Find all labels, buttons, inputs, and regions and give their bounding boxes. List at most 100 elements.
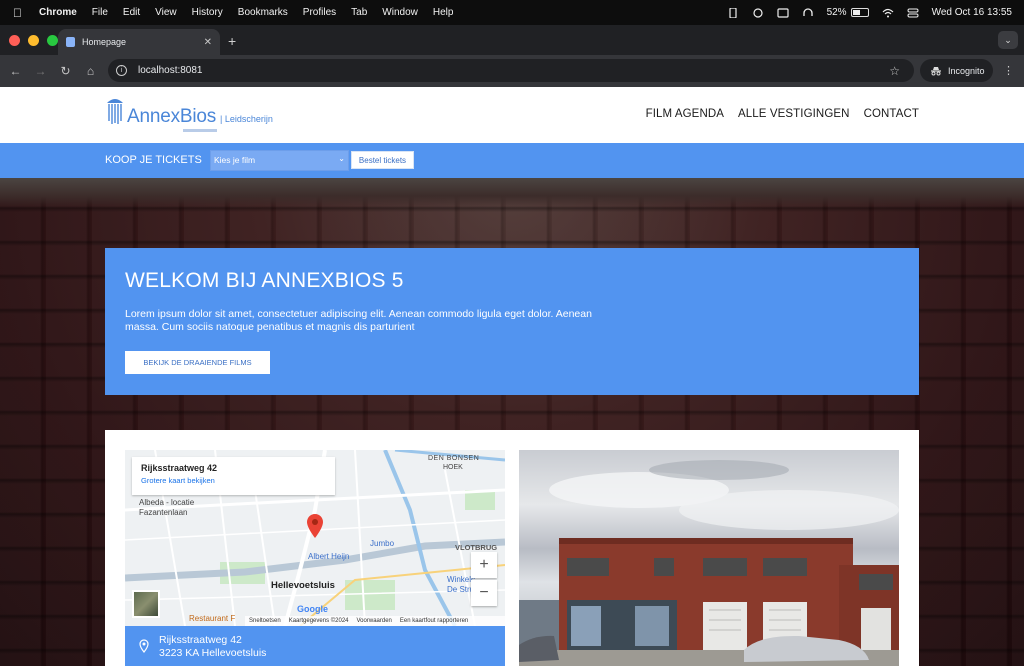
menubar-item-bookmarks[interactable]: Bookmarks: [238, 7, 288, 18]
address-city: 3223 KA Hellevoetsluis: [159, 647, 267, 659]
maximize-window-button[interactable]: [47, 35, 58, 46]
logo-text: AnnexBios: [127, 106, 217, 127]
browser-menu-icon[interactable]: ⋮: [1003, 64, 1014, 77]
macos-menubar:  Chrome File Edit View History Bookmark…: [0, 0, 1024, 25]
address-street: Rijksstraatweg 42: [159, 634, 242, 646]
new-tab-button[interactable]: +: [228, 33, 236, 49]
close-window-button[interactable]: [9, 35, 20, 46]
address-bar[interactable]: i localhost:8081 ☆: [108, 59, 914, 82]
control-center-icon[interactable]: [907, 8, 919, 18]
satellite-view-toggle[interactable]: [132, 590, 160, 618]
location-card: Rijksstraatweg 42 Grotere kaart bekijken…: [105, 430, 919, 666]
google-map[interactable]: Rijksstraatweg 42 Grotere kaart bekijken…: [125, 450, 505, 626]
wifi-icon[interactable]: [882, 8, 894, 18]
location-pin-icon: [139, 639, 149, 653]
logo-location: | Leidscherijn: [220, 114, 273, 124]
menubar-item-file[interactable]: File: [92, 7, 108, 18]
nav-alle-vestigingen[interactable]: ALLE VESTIGINGEN: [738, 108, 850, 120]
welcome-text: Lorem ipsum dolor sit amet, consectetuer…: [125, 308, 592, 333]
film-select[interactable]: Kies je film ⌄: [210, 150, 349, 171]
tab-close-icon[interactable]: ✕: [204, 37, 212, 48]
dropbox-icon[interactable]: [752, 7, 764, 18]
browser-tab-strip: Homepage ✕ + ⌄: [0, 25, 1024, 55]
window-controls: [9, 35, 58, 46]
reload-icon[interactable]: ↻: [53, 64, 78, 78]
map-label-den-bonsen: DEN BONSEN: [428, 455, 480, 462]
address-bar-url: localhost:8081: [138, 65, 203, 76]
map-footer-mapdata: Kaartgegevens ©2024: [288, 618, 349, 624]
bookmark-star-icon[interactable]: ☆: [889, 64, 900, 78]
control-icon[interactable]: [727, 7, 739, 18]
browser-tab-homepage[interactable]: Homepage ✕: [58, 29, 220, 55]
incognito-icon: [931, 66, 941, 75]
menubar-status-area: 52% Wed Oct 16 13:55: [727, 7, 1024, 18]
tab-search-button[interactable]: ⌄: [998, 31, 1018, 49]
site-info-icon[interactable]: i: [116, 65, 127, 76]
site-header: AnnexBios | Leidscherijn FILM AGENDA ALL…: [0, 87, 1024, 143]
view-films-button[interactable]: BEKIJK DE DRAAIENDE FILMS: [125, 351, 270, 374]
incognito-indicator[interactable]: Incognito: [920, 59, 993, 82]
back-icon[interactable]: ←: [3, 64, 28, 78]
chevron-down-icon: ⌄: [338, 154, 345, 163]
map-label-fazantenlaan: Fazantenlaan: [139, 508, 188, 517]
website-viewport: AnnexBios | Leidscherijn FILM AGENDA ALL…: [0, 87, 1024, 666]
forward-icon[interactable]: →: [28, 64, 53, 78]
map-label-jumbo: Jumbo: [370, 539, 395, 548]
address-box: Rijksstraatweg 42 3223 KA Hellevoetsluis: [125, 626, 505, 666]
site-logo[interactable]: AnnexBios | Leidscherijn: [105, 97, 273, 132]
map-footer-terms[interactable]: Voorwaarden: [357, 618, 392, 624]
ticket-bar: KOOP JE TICKETS Kies je film ⌄ Bestel ti…: [0, 143, 1024, 178]
apple-icon[interactable]: : [13, 6, 27, 20]
map-label-restaurant: Restaurant F: [189, 614, 236, 623]
nav-contact[interactable]: CONTACT: [864, 108, 919, 120]
menubar-item-view[interactable]: View: [155, 7, 177, 18]
menubar-item-window[interactable]: Window: [382, 7, 418, 18]
menubar-item-profiles[interactable]: Profiles: [303, 7, 336, 18]
menubar-menu: Chrome File Edit View History Bookmarks …: [39, 7, 453, 18]
map-footer-shortcuts[interactable]: Sneltoetsen: [249, 618, 281, 624]
zoom-in-button[interactable]: +: [471, 552, 497, 578]
map-place-card: Rijksstraatweg 42 Grotere kaart bekijken: [132, 457, 335, 495]
map-label-albeda: Albeda - locatie: [139, 498, 195, 507]
menubar-item-help[interactable]: Help: [433, 7, 454, 18]
incognito-label: Incognito: [948, 65, 985, 76]
logo-tagline-bar: [183, 129, 217, 132]
menubar-item-tab[interactable]: Tab: [351, 7, 367, 18]
map-place-name: Rijksstraatweg 42: [141, 463, 218, 473]
battery-percent: 52%: [826, 7, 847, 18]
menubar-app-name[interactable]: Chrome: [39, 7, 77, 18]
hero-top-shade: [0, 178, 1024, 208]
nav-film-agenda[interactable]: FILM AGENDA: [646, 108, 724, 120]
order-tickets-button[interactable]: Bestel tickets: [351, 151, 414, 169]
google-logo: Google: [297, 604, 328, 614]
welcome-panel: WELKOM BIJ ANNEXBIOS 5 Lorem ipsum dolor…: [105, 248, 919, 395]
menubar-clock[interactable]: Wed Oct 16 13:55: [932, 7, 1012, 18]
display-icon[interactable]: [776, 7, 789, 18]
battery-icon: [850, 8, 869, 17]
larger-map-link[interactable]: Grotere kaart bekijken: [141, 476, 326, 485]
logo-icon: [107, 99, 123, 124]
map-label-hoek: HOEK: [443, 464, 463, 471]
page-favicon-icon: [66, 37, 75, 47]
welcome-title: WELKOM BIJ ANNEXBIOS 5: [125, 269, 404, 292]
map-footer-report[interactable]: Een kaartfout rapporteren: [400, 618, 468, 624]
menubar-item-history[interactable]: History: [192, 7, 223, 18]
minimize-window-button[interactable]: [28, 35, 39, 46]
headphones-icon[interactable]: [802, 7, 814, 18]
main-navigation: FILM AGENDA ALLE VESTIGINGEN CONTACT: [646, 108, 919, 120]
cinema-building-photo: [519, 450, 899, 666]
tab-title: Homepage: [82, 37, 127, 47]
hero-cinema-background: WELKOM BIJ ANNEXBIOS 5 Lorem ipsum dolor…: [0, 178, 1024, 666]
home-icon[interactable]: ⌂: [78, 64, 103, 78]
map-label-hellevoetsluis: Hellevoetsluis: [271, 580, 335, 591]
map-marker-icon[interactable]: [306, 513, 324, 539]
browser-toolbar: ← → ↻ ⌂ i localhost:8081 ☆ Incognito ⋮: [0, 55, 1024, 87]
map-label-albert-heijn: Albert Heijn: [308, 552, 350, 561]
battery-indicator[interactable]: 52%: [827, 7, 869, 18]
menubar-item-edit[interactable]: Edit: [123, 7, 140, 18]
ticket-bar-label: KOOP JE TICKETS: [105, 154, 202, 166]
building-illustration: [519, 460, 899, 666]
zoom-out-button[interactable]: −: [471, 580, 497, 606]
map-label-vlotbrug: VLOTBRUG: [455, 543, 498, 552]
map-footer: Sneltoetsen Kaartgegevens ©2024 Voorwaar…: [245, 616, 505, 626]
